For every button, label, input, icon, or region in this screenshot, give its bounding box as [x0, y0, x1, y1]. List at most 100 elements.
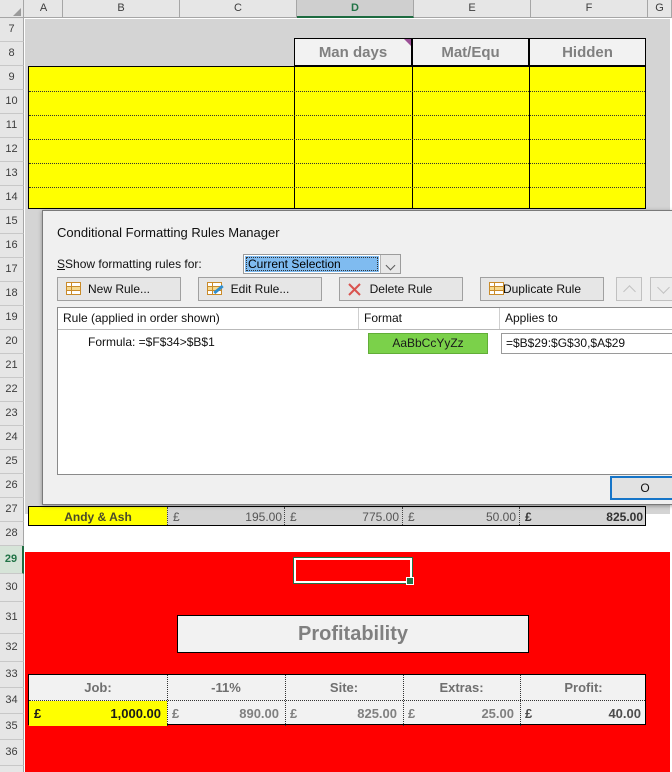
profit-col-divider: [167, 675, 168, 700]
profit-value-job[interactable]: £ 1,000.00: [29, 701, 167, 726]
row-cell-amount: 825.00: [606, 510, 643, 524]
grid-icon: [66, 282, 81, 297]
edit-rule-button-label: Edit Rule...: [230, 282, 290, 296]
profit-header-extras: Extras:: [439, 680, 484, 695]
row-header-32[interactable]: 32: [0, 634, 24, 662]
column-header-f[interactable]: F: [531, 0, 648, 18]
close-icon: [348, 283, 361, 296]
delete-rule-button-label: Delete Rule: [369, 282, 433, 296]
row-header-36[interactable]: 36: [0, 740, 24, 766]
col-header-mat-equ: Mat/Equ: [412, 38, 529, 66]
table-row-andy-ash[interactable]: Andy & Ash £ 195.00 £ 775.00 £ 50.00 £ 8…: [28, 506, 646, 526]
show-rules-dropdown-value: Current Selection: [245, 256, 379, 272]
profitability-banner-label: Profitability: [297, 623, 408, 645]
column-header-c[interactable]: C: [180, 0, 297, 18]
active-cell-selection[interactable]: [293, 557, 414, 585]
edit-rule-button[interactable]: Edit Rule...: [198, 277, 322, 301]
row-header-21[interactable]: 21: [0, 354, 24, 378]
rule-formula-text: Formula: =$F$34>$B$1: [88, 335, 215, 349]
col-header-man-days: Man days: [294, 38, 412, 66]
profit-col-divider: [285, 701, 286, 726]
row-cell-currency: £: [525, 510, 532, 524]
rule-format-preview[interactable]: AaBbCcYyZz: [368, 333, 488, 354]
column-header-d[interactable]: D: [297, 0, 414, 18]
yellow-block-rowline: [29, 91, 645, 92]
row-header-16[interactable]: 16: [0, 234, 24, 258]
row-header-22[interactable]: 22: [0, 378, 24, 402]
rules-list-header: Rule (applied in order shown) Format App…: [58, 308, 672, 330]
comment-indicator-icon: [404, 39, 411, 46]
profit-value-job-currency: £: [34, 706, 42, 721]
column-header-b[interactable]: B: [63, 0, 180, 18]
profit-value-site[interactable]: £ 825.00: [285, 701, 403, 726]
show-rules-dropdown[interactable]: Current Selection: [243, 254, 401, 274]
row-header-8[interactable]: 8: [0, 42, 24, 66]
profit-col-divider: [167, 701, 168, 726]
profit-value-extras[interactable]: £ 25.00: [403, 701, 520, 726]
row-header-17[interactable]: 17: [0, 258, 24, 282]
row-header-35[interactable]: 35: [0, 714, 24, 740]
delete-rule-button[interactable]: Delete Rule: [339, 277, 463, 301]
row-header-11[interactable]: 11: [0, 114, 24, 138]
rules-list[interactable]: Rule (applied in order shown) Format App…: [57, 307, 672, 475]
chevron-down-icon[interactable]: [380, 255, 400, 273]
row-header-23[interactable]: 23: [0, 402, 24, 426]
row-cell-currency: £: [290, 510, 297, 524]
row-header-19[interactable]: 19: [0, 306, 24, 330]
row-header-33[interactable]: 33: [0, 662, 24, 688]
row-header-13[interactable]: 13: [0, 162, 24, 186]
row-header-10[interactable]: 10: [0, 90, 24, 114]
move-rule-up-button[interactable]: [616, 277, 642, 301]
row-header-column: 7 8 9 10 11 12 13 14 15 16 17 18 19 20 2…: [0, 18, 24, 772]
profitability-table-value-row: £ 1,000.00 £ 890.00 £ 825.00 £ 25.00 £ 4…: [29, 701, 645, 726]
row-divider: [167, 507, 168, 525]
row-header-24[interactable]: 24: [0, 426, 24, 450]
profit-value-site-amount: 825.00: [357, 706, 397, 721]
row-header-9[interactable]: 9: [0, 66, 24, 90]
duplicate-rule-button[interactable]: Duplicate Rule: [480, 277, 604, 301]
row-header-18[interactable]: 18: [0, 282, 24, 306]
rule-applies-to-input[interactable]: =$B$29:$G$30,$A$29: [501, 333, 672, 354]
duplicate-rule-button-label: Duplicate Rule: [502, 282, 582, 296]
yellow-input-block[interactable]: [28, 66, 646, 209]
row-header-15[interactable]: 15: [0, 210, 24, 234]
profit-col-divider: [403, 675, 404, 700]
col-header-hidden: Hidden: [529, 38, 646, 66]
row-header-27[interactable]: 27: [0, 498, 24, 522]
row-header-20[interactable]: 20: [0, 330, 24, 354]
ok-button[interactable]: O: [610, 476, 672, 500]
row-header-31[interactable]: 31: [0, 602, 24, 634]
profit-value-profit[interactable]: £ 40.00: [520, 701, 647, 726]
rules-list-header-rule: Rule (applied in order shown): [63, 311, 220, 325]
row-divider: [519, 507, 520, 525]
select-all-corner[interactable]: [0, 0, 24, 18]
profit-value-discount[interactable]: £ 890.00: [167, 701, 285, 726]
row-header-14[interactable]: 14: [0, 186, 24, 210]
rules-list-header-applies-to: Applies to: [505, 311, 558, 325]
profit-col-divider: [520, 675, 521, 700]
profit-value-discount-currency: £: [172, 706, 180, 721]
row-header-12[interactable]: 12: [0, 138, 24, 162]
yellow-block-rowline: [29, 187, 645, 188]
new-rule-button[interactable]: New Rule...: [57, 277, 181, 301]
row-cell-amount: 195.00: [245, 510, 282, 524]
row-header-30[interactable]: 30: [0, 574, 24, 602]
row-header-25[interactable]: 25: [0, 450, 24, 474]
column-header-g[interactable]: G: [648, 0, 672, 18]
column-header-e[interactable]: E: [414, 0, 531, 18]
move-rule-down-button[interactable]: [650, 277, 672, 301]
row-divider: [284, 507, 285, 525]
row-label-name: Andy & Ash: [29, 507, 167, 525]
rules-list-header-format: Format: [364, 311, 403, 325]
row-header-26[interactable]: 26: [0, 474, 24, 498]
col-header-mat-equ-label: Mat/Equ: [441, 44, 500, 61]
row-header-7[interactable]: 7: [0, 18, 24, 42]
profit-value-job-amount: 1,000.00: [110, 706, 161, 721]
yellow-block-rowline: [29, 115, 645, 116]
rules-list-row[interactable]: Formula: =$F$34>$B$1 AaBbCcYyZz =$B$29:$…: [58, 330, 672, 356]
profit-header-site: Site:: [329, 680, 359, 695]
column-header-a[interactable]: A: [25, 0, 63, 18]
row-header-29[interactable]: 29: [0, 546, 24, 574]
row-header-28[interactable]: 28: [0, 522, 24, 546]
row-header-34[interactable]: 34: [0, 688, 24, 714]
